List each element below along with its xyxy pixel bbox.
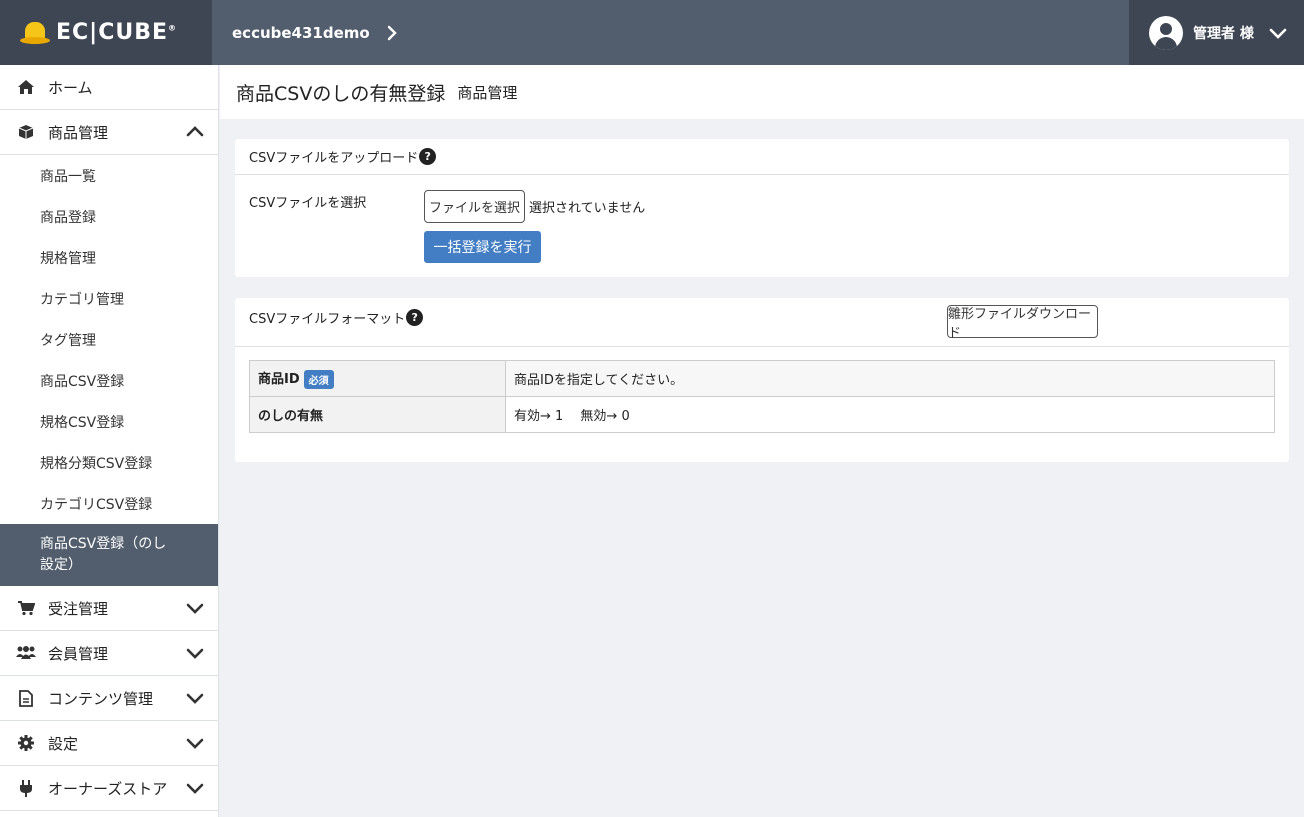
chevron-down-icon (186, 783, 204, 794)
file-status-text: 選択されていません (529, 201, 646, 216)
avatar-icon (1149, 15, 1183, 50)
home-icon (16, 78, 36, 96)
logo-text: EC|CUBE® (56, 20, 178, 45)
chevron-up-icon (186, 126, 204, 137)
cart-icon (16, 599, 36, 617)
sidebar: ホーム 商品管理 商品一覧 商品登録 規格管理 カテゴリ管理 タグ管理 商品CS… (0, 65, 219, 817)
gear-icon (16, 734, 36, 752)
sidebar-subitem-category-csv[interactable]: カテゴリCSV登録 (0, 483, 218, 524)
table-row: 商品ID 必須 商品IDを指定してください。 (249, 360, 1275, 397)
logo-hat-icon (20, 20, 50, 46)
top-header: EC|CUBE® eccube431demo 管理者 様 (0, 0, 1304, 65)
sidebar-item-label: コンテンツ管理 (48, 689, 154, 708)
sidebar-item-owners-store[interactable]: オーナーズストア (0, 766, 218, 811)
sidebar-item-label: 設定 (48, 734, 79, 753)
format-desc-cell: 有効→ 1 無効→ 0 (505, 396, 1275, 433)
format-table: 商品ID 必須 商品IDを指定してください。 のしの有無 有効→ 1 無効→ 0 (249, 360, 1275, 433)
sidebar-item-home[interactable]: ホーム (0, 65, 218, 110)
sidebar-item-label: ホーム (48, 78, 93, 97)
file-select-button[interactable]: ファイルを選択 (424, 190, 525, 223)
sidebar-subitem-class-category-csv[interactable]: 規格分類CSV登録 (0, 442, 218, 483)
page-header: 商品CSVのしの有無登録 商品管理 (220, 65, 1304, 119)
chevron-down-icon (186, 738, 204, 749)
upload-card-body: CSVファイルを選択 ファイルを選択 選択されていません 一括登録を実行 (235, 175, 1289, 276)
sidebar-item-label: オーナーズストア (48, 779, 168, 798)
sidebar-item-setting[interactable]: 設定 (0, 721, 218, 766)
sidebar-subitem-tag[interactable]: タグ管理 (0, 319, 218, 360)
sidebar-item-content[interactable]: コンテンツ管理 (0, 676, 218, 721)
chevron-down-icon (186, 693, 204, 704)
chevron-down-icon (1269, 28, 1287, 39)
format-card-header: CSVファイルフォーマット ? 雛形ファイルダウンロード (235, 298, 1289, 347)
sidebar-item-label: 会員管理 (48, 644, 109, 663)
help-icon[interactable]: ? (406, 308, 424, 326)
shop-link[interactable]: eccube431demo (212, 0, 1129, 65)
user-menu[interactable]: 管理者 様 (1129, 0, 1304, 65)
sidebar-subitem-class-csv[interactable]: 規格CSV登録 (0, 401, 218, 442)
logo[interactable]: EC|CUBE® (0, 0, 212, 65)
format-card: CSVファイルフォーマット ? 雛形ファイルダウンロード 商品ID 必須 商品ID… (235, 298, 1289, 462)
format-key-cell: のしの有無 (249, 396, 506, 433)
sidebar-subitem-product-csv[interactable]: 商品CSV登録 (0, 360, 218, 401)
sidebar-item-order[interactable]: 受注管理 (0, 586, 218, 631)
plug-icon (16, 779, 36, 797)
help-icon[interactable]: ? (419, 148, 437, 165)
table-row: のしの有無 有効→ 1 無効→ 0 (249, 396, 1275, 433)
users-icon (16, 644, 36, 662)
sidebar-item-product[interactable]: 商品管理 (0, 110, 218, 155)
upload-heading: CSVファイルをアップロード (249, 151, 419, 166)
box-icon (16, 123, 36, 141)
sidebar-item-customer[interactable]: 会員管理 (0, 631, 218, 676)
shop-name: eccube431demo (232, 23, 370, 42)
upload-card-header: CSVファイルをアップロード ? (235, 139, 1289, 175)
format-key-cell: 商品ID 必須 (249, 360, 506, 397)
chevron-down-icon (186, 648, 204, 659)
file-icon (16, 689, 36, 707)
format-desc-cell: 商品IDを指定してください。 (505, 360, 1275, 397)
format-heading: CSVファイルフォーマット (249, 311, 406, 327)
chevron-down-icon (186, 603, 204, 614)
sidebar-item-label: 受注管理 (48, 599, 109, 618)
bulk-register-button[interactable]: 一括登録を実行 (424, 231, 541, 263)
required-badge: 必須 (303, 370, 334, 389)
page-title: 商品CSVのしの有無登録 (236, 82, 446, 105)
upload-card: CSVファイルをアップロード ? CSVファイルを選択 ファイルを選択 選択され… (235, 139, 1289, 277)
sidebar-item-label: 商品管理 (48, 123, 109, 142)
template-download-button[interactable]: 雛形ファイルダウンロード (947, 305, 1098, 341)
sidebar-subitem-noshi-csv[interactable]: 商品CSV登録（のし設定） (0, 524, 218, 586)
chevron-right-icon (387, 25, 397, 40)
sidebar-subitem-product-register[interactable]: 商品登録 (0, 196, 218, 237)
sidebar-subitem-class[interactable]: 規格管理 (0, 237, 218, 278)
sidebar-subitem-category[interactable]: カテゴリ管理 (0, 278, 218, 319)
user-name: 管理者 様 (1193, 25, 1254, 42)
csv-select-label: CSVファイルを選択 (249, 196, 367, 211)
sidebar-subitem-product-list[interactable]: 商品一覧 (0, 155, 218, 196)
page-subtitle: 商品管理 (457, 83, 518, 102)
